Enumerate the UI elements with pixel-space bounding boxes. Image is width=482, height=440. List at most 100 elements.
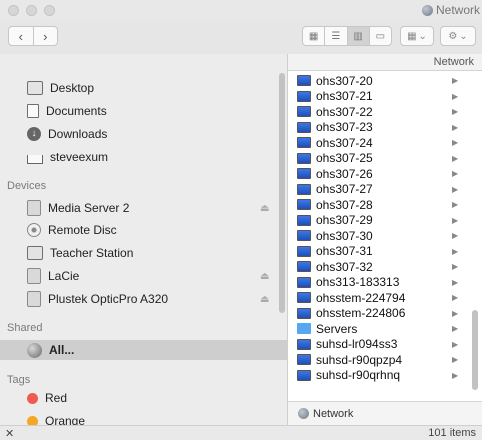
list-item[interactable]: ohs307-23 ▶ [288, 120, 482, 135]
list-item-label: ohs313-183313 [316, 275, 400, 289]
network-column-list: ohs307-20 ▶ ohs307-21 ▶ ohs307-22 ▶ ohs307-23 ▶… [288, 71, 482, 401]
path-bar-label[interactable]: Network [313, 408, 353, 420]
action-menu-button[interactable]: ⚙ ⌄ [440, 26, 476, 46]
disc-icon [27, 223, 41, 237]
list-view-button[interactable]: ☰ [324, 27, 346, 45]
list-item[interactable]: ohs307-21 ▶ [288, 89, 482, 104]
sidebar-item-label: Documents [46, 104, 107, 118]
eject-icon[interactable]: ⏏ [260, 294, 269, 305]
icon-view-icon: ▦ [308, 30, 319, 42]
sidebar-item-all-shared[interactable]: All... [0, 340, 287, 360]
forward-button[interactable]: › [32, 27, 58, 45]
title-bar: Network [0, 0, 482, 20]
sidebar-item-tag-orange[interactable]: Orange [0, 411, 287, 425]
list-item-label: suhsd-lr094ss3 [316, 337, 398, 351]
sidebar-item-teacher-station[interactable]: Teacher Station [0, 243, 287, 263]
column-header: Network [288, 54, 482, 71]
list-scrollbar[interactable] [472, 310, 478, 390]
network-globe-icon [298, 408, 309, 419]
list-item[interactable]: ohsstem-224794 ▶ [288, 290, 482, 305]
list-item-label: ohs307-26 [316, 166, 373, 181]
status-bar: ✕ 101 items [0, 425, 482, 440]
downloads-icon: ↓ [27, 127, 41, 141]
sidebar-item-media-server-2[interactable]: Media Server 2 ⏏ [0, 198, 287, 218]
list-item[interactable]: suhsd-lr094ss3 ▶ [288, 337, 482, 352]
list-item[interactable]: suhsd-r90qpzp4 ▶ [288, 352, 482, 367]
computer-icon [297, 261, 311, 272]
sidebar-item-label: Plustek OpticPro A320 [48, 292, 169, 306]
sidebar-item-lacie[interactable]: LaCie ⏏ [0, 266, 287, 286]
list-item-label: ohsstem-224794 [316, 290, 406, 305]
list-item-label: suhsd-r90qrhnq [316, 368, 401, 382]
list-item[interactable]: ohs313-183313 ▶ [288, 275, 482, 290]
list-item[interactable]: ohs307-30 ▶ [288, 228, 482, 243]
computer-icon [297, 354, 311, 365]
sidebar-item-desktop[interactable]: Desktop [0, 78, 287, 98]
arrange-grid-icon: ▦ [407, 30, 417, 42]
network-globe-icon [422, 4, 433, 16]
list-item-label: ohs307-29 [316, 213, 373, 227]
list-item[interactable]: ohs307-27 ▶ [288, 182, 482, 197]
computer-icon [297, 90, 311, 102]
computer-icon [297, 338, 311, 350]
chevron-down-icon: ⌄ [459, 30, 468, 42]
sidebar-item-tag-red[interactable]: Red [0, 388, 287, 408]
disclosure-arrow-icon: ▶ [452, 122, 459, 132]
sidebar-item-documents[interactable]: Documents [0, 101, 287, 121]
list-item[interactable]: ohs307-22 ▶ [288, 104, 482, 119]
tags-heading: Tags [7, 374, 31, 386]
close-window-button[interactable] [8, 5, 19, 16]
back-button[interactable]: ‹ [9, 27, 33, 45]
list-item-label: ohs307-30 [316, 228, 373, 243]
list-item[interactable]: ohs307-24 ▶ [288, 135, 482, 150]
list-item[interactable]: Servers ▶ [288, 321, 482, 336]
sidebar-item-remote-disc[interactable]: Remote Disc [0, 220, 287, 240]
arrange-button[interactable]: ▦ ⌄ [400, 26, 434, 46]
computer-icon [297, 152, 311, 164]
sidebar-item-label: All... [49, 343, 75, 357]
eject-icon[interactable]: ⏏ [260, 203, 269, 214]
gear-icon: ⚙ [448, 30, 458, 42]
disclosure-arrow-icon: ▶ [452, 308, 459, 318]
list-item[interactable]: suhsd-r90qrhnq ▶ [288, 368, 482, 383]
icon-view-button[interactable]: ▦ [303, 27, 324, 45]
list-item[interactable]: ohs307-29 ▶ [288, 213, 482, 228]
disclosure-arrow-icon: ▶ [452, 262, 459, 271]
list-item-label: ohs307-23 [316, 120, 373, 134]
minimize-window-button[interactable] [26, 5, 37, 16]
computer-icon [297, 276, 311, 288]
computer-icon [27, 246, 43, 260]
computer-icon [297, 245, 311, 257]
disclosure-arrow-icon: ▶ [452, 153, 459, 163]
gallery-view-button[interactable]: ▭ [368, 27, 391, 45]
list-item[interactable]: ohs307-31 ▶ [288, 244, 482, 259]
column-view-icon: ▥ [353, 30, 363, 42]
list-item[interactable]: ohs307-26 ▶ [288, 166, 482, 181]
list-item-label: ohs307-28 [316, 197, 373, 212]
close-tool-icon[interactable]: ✕ [5, 427, 14, 440]
list-item[interactable]: ohsstem-224806 ▶ [288, 306, 482, 321]
list-item[interactable]: ohs307-28 ▶ [288, 197, 482, 212]
disclosure-arrow-icon: ▶ [452, 231, 459, 240]
scanner-icon [27, 291, 41, 307]
list-item[interactable]: ohs307-32 ▶ [288, 259, 482, 274]
window-title: Network [422, 3, 480, 17]
navigation-buttons: ‹ › [8, 26, 58, 46]
column-view-button[interactable]: ▥ [346, 27, 369, 45]
list-item-label: ohs307-27 [316, 182, 373, 196]
sidebar-item-plustek[interactable]: Plustek OpticPro A320 ⏏ [0, 289, 287, 309]
disclosure-arrow-icon: ▶ [452, 169, 459, 178]
sidebar-scrollbar[interactable] [279, 73, 285, 313]
folder-icon [297, 323, 311, 334]
list-item[interactable]: ohs307-20 ▶ [288, 73, 482, 88]
zoom-window-button[interactable] [44, 5, 55, 16]
disclosure-arrow-icon: ▶ [452, 138, 459, 147]
eject-icon[interactable]: ⏏ [260, 271, 269, 282]
sidebar-item-downloads[interactable]: ↓ Downloads [0, 124, 287, 144]
shared-heading: Shared [7, 322, 43, 334]
list-item[interactable]: ohs307-25 ▶ [288, 151, 482, 166]
computer-icon [297, 121, 311, 133]
item-count: 101 items [428, 427, 476, 439]
sidebar-item-home[interactable]: steveexum [0, 147, 287, 167]
disclosure-arrow-icon: ▶ [452, 370, 459, 380]
